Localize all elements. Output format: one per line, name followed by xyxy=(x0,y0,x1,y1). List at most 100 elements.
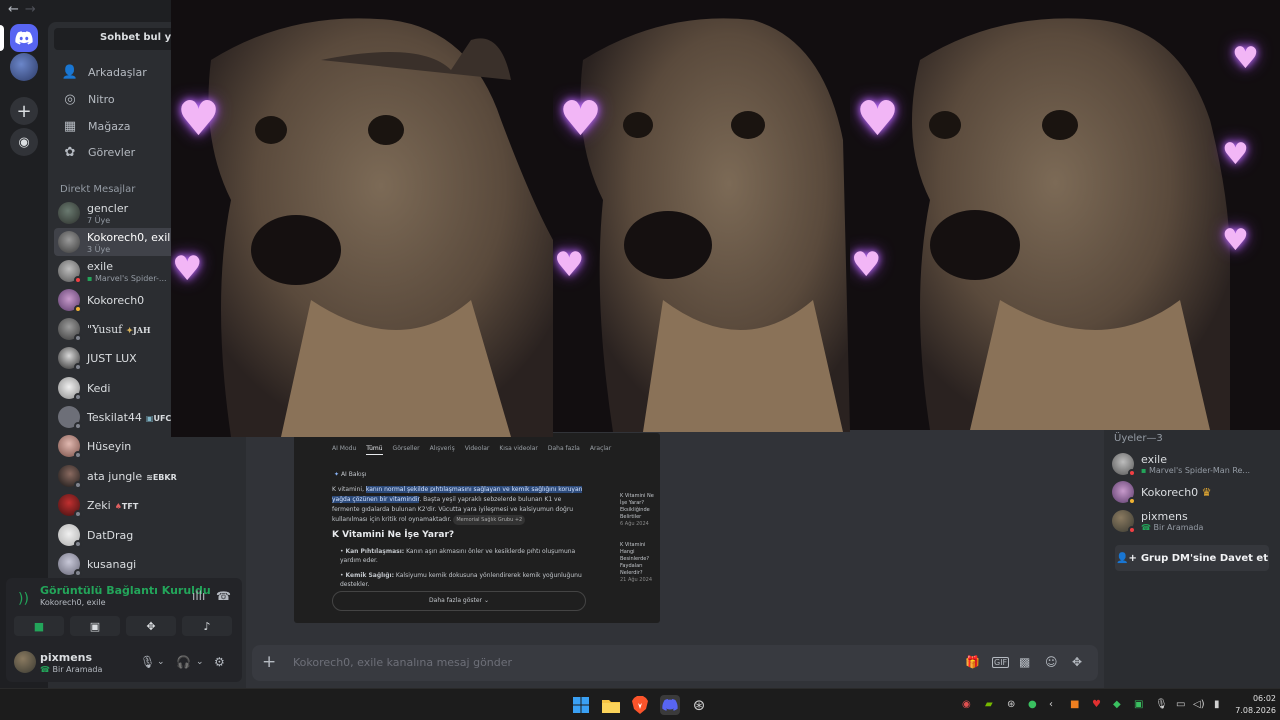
apps-icon[interactable]: ✥ xyxy=(1072,655,1082,669)
forward-arrow-icon[interactable]: → xyxy=(25,2,36,17)
tray-volume-icon[interactable]: ◁) xyxy=(1193,699,1205,710)
add-person-icon: 👤+ xyxy=(1116,552,1137,564)
tray-shield-icon[interactable]: ◆ xyxy=(1113,699,1121,710)
dm-item-ata-jungle[interactable]: ata jungle ≋EBKR xyxy=(54,462,240,490)
member-pixmens[interactable]: pixmens ☎ Bir Aramada xyxy=(1112,506,1276,536)
audio-options-chevron-icon[interactable]: ⌄ xyxy=(196,657,204,667)
avatar xyxy=(58,260,82,284)
member-name: pixmens xyxy=(1141,510,1188,523)
dm-item-kusanagi[interactable]: kusanagi xyxy=(54,550,240,578)
gift-icon[interactable]: 🎁 xyxy=(965,655,980,669)
tray-check-icon[interactable]: ▣ xyxy=(1134,699,1143,710)
video-feed-3[interactable]: ♥ ♥ ♥ ♥ ♥ xyxy=(850,0,1280,430)
source-card-date: 6 Ağu 2024 xyxy=(620,521,649,527)
nitro-icon: ◎ xyxy=(64,91,76,107)
discover-compass-icon[interactable]: ◉ xyxy=(10,128,38,156)
upload-plus-icon[interactable]: + xyxy=(262,652,276,672)
voice-status-title[interactable]: Görüntülü Bağlantı Kuruldu xyxy=(40,584,211,597)
user-panel: pixmens ☎ Bir Aramada 🎙 ⌄ 🎧 ⌄ ⚙ xyxy=(6,642,242,682)
steam-tray-icon[interactable]: ⊛ xyxy=(1007,699,1015,710)
add-server-icon[interactable]: + xyxy=(10,97,38,125)
tab-videos: Videolar xyxy=(464,445,490,452)
ai-overview-label: ✦ AI Bakışı xyxy=(334,471,366,478)
windows-start-icon[interactable] xyxy=(571,695,591,715)
tray-battery-icon[interactable]: ▮ xyxy=(1214,699,1220,710)
clock[interactable]: 06:02 7.08.2026 xyxy=(1232,693,1276,717)
avatar xyxy=(58,231,80,253)
source-card-date: 21 Ağu 2024 xyxy=(620,577,653,583)
status-offline xyxy=(74,363,82,371)
settings-gear-icon[interactable]: ⚙ xyxy=(214,655,225,669)
status-idle xyxy=(1128,497,1136,505)
video-feed-1[interactable]: ♥ ♥ xyxy=(171,0,553,437)
discord-taskbar-icon[interactable] xyxy=(660,695,680,715)
user-name[interactable]: pixmens xyxy=(40,651,92,664)
avatar xyxy=(58,202,80,224)
dm-name: DatDrag xyxy=(87,528,134,542)
member-exile[interactable]: exile ▪ Marvel's Spider-Man Re... xyxy=(1112,449,1276,479)
tray-orange-icon[interactable]: ■ xyxy=(1070,699,1079,710)
steam-icon[interactable]: ⊛ xyxy=(689,695,709,715)
dm-name-row: "Yusuf ✦JAH xyxy=(87,323,151,336)
file-explorer-icon[interactable] xyxy=(601,695,621,715)
dm-name-row: Zeki ♠TFT xyxy=(87,499,138,512)
dm-name: Kokorech0, exile xyxy=(87,230,178,244)
video-feed-2[interactable]: ♥ ♥ xyxy=(553,0,850,432)
clan-badge-icon: ✦ xyxy=(126,324,133,335)
dm-item-datdrag[interactable]: DatDrag xyxy=(54,521,240,549)
dog-image xyxy=(912,18,1230,430)
avatar xyxy=(58,347,82,371)
clan-tag: ▣UFC xyxy=(146,414,171,423)
sparkle-icon: ✦ xyxy=(334,471,340,478)
clan-tag-text: EBKR xyxy=(152,472,177,482)
camera-button[interactable]: ■ xyxy=(14,616,64,636)
tray-network-icon[interactable]: ▭ xyxy=(1176,699,1185,710)
headphones-icon[interactable]: 🎧 xyxy=(176,655,191,669)
noise-suppression-icon[interactable]: ıllı xyxy=(192,589,205,603)
friends-icon: 👤 xyxy=(61,64,79,80)
tab-tools: Araçlar xyxy=(589,445,612,452)
nvidia-icon[interactable]: ▰ xyxy=(985,699,993,710)
message-input[interactable]: Kokorech0, exile kanalına mesaj gönder xyxy=(293,656,512,669)
tab-short-videos: Kısa videolar xyxy=(499,445,538,452)
screen-share-button[interactable]: ▣ xyxy=(70,616,120,636)
sticker-icon[interactable]: ▩ xyxy=(1019,655,1030,669)
dm-name: gencler xyxy=(87,201,129,215)
nav-quests-label: Görevler xyxy=(88,145,136,159)
tray-green-icon[interactable]: ● xyxy=(1028,699,1037,710)
signal-icon[interactable]: )) xyxy=(18,591,29,607)
member-kokorech0[interactable]: Kokorech0 ♛ xyxy=(1112,477,1276,507)
message-composer[interactable]: + Kokorech0, exile kanalına mesaj gönder… xyxy=(252,645,1098,681)
microphone-icon[interactable]: 🎙 xyxy=(140,655,155,669)
shop-icon: ▦ xyxy=(63,118,77,134)
invite-to-group-dm-button[interactable]: 👤+ Grup DM'sine Davet et xyxy=(1115,545,1269,571)
avatar xyxy=(1112,510,1136,534)
discord-home-icon[interactable] xyxy=(10,24,38,52)
emoji-icon[interactable]: ☺ xyxy=(1045,655,1058,669)
bullet-bold: Kan Pıhtılaşması: xyxy=(345,548,405,555)
dm-name: ata jungle xyxy=(87,469,143,483)
brave-browser-icon[interactable] xyxy=(630,695,650,715)
soundboard-button[interactable]: ♪ xyxy=(182,616,232,636)
shared-screen-stream[interactable]: AI Modu Tümü Görseller Alışveriş Videolar Kıs… xyxy=(294,433,660,623)
dm-sub: 3 Üye xyxy=(87,244,111,254)
dm-item-zeki[interactable]: Zeki ♠TFT xyxy=(54,491,240,519)
windows-taskbar: ⊛ ◉ ▰ ⊛ ● ‹ ■ ♥ ◆ ▣ 🎙 ▭ ◁) ▮ 06:02 7.08.2… xyxy=(0,688,1280,720)
avatar xyxy=(58,377,82,401)
nav-nitro-label: Nitro xyxy=(88,92,115,106)
activities-button[interactable]: ✥ xyxy=(126,616,176,636)
dm-name: kusanagi xyxy=(87,557,137,571)
gif-icon[interactable]: GIF xyxy=(992,657,1010,668)
user-avatar[interactable] xyxy=(14,651,36,673)
server-icon[interactable] xyxy=(10,53,38,81)
tray-mic-icon[interactable]: 🎙 xyxy=(1155,699,1168,710)
back-arrow-icon[interactable]: ← xyxy=(8,2,19,17)
mic-options-chevron-icon[interactable]: ⌄ xyxy=(157,657,165,667)
source-card-title: K Vitamini Ne İşe Yarar? Eksikliğinde Be… xyxy=(620,493,654,520)
tray-red-icon[interactable]: ♥ xyxy=(1092,699,1101,710)
tray-app-icon[interactable]: ◉ xyxy=(962,699,971,710)
tray-arrow-icon[interactable]: ‹ xyxy=(1049,699,1053,710)
status-dnd xyxy=(1128,526,1136,534)
voice-connection-panel: )) Görüntülü Bağlantı Kuruldu Kokorech0,… xyxy=(6,578,242,642)
disconnect-icon[interactable]: ☎ xyxy=(216,589,231,603)
